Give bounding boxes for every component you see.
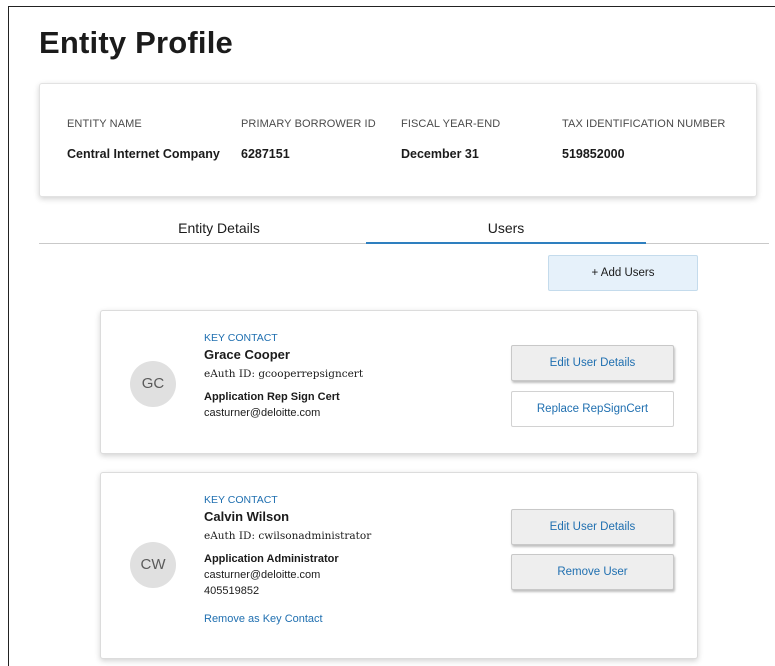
eauth-id: eAuth ID: gcooperrepsigncert [204,368,364,380]
app-frame: Entity Profile ENTITY NAME Central Inter… [8,6,775,666]
user-role: Application Rep Sign Cert [204,391,340,403]
entity-name-label: ENTITY NAME [67,118,142,130]
primary-borrower-id-field: PRIMARY BORROWER ID 6287151 [241,118,376,161]
entity-summary-card: ENTITY NAME Central Internet Company PRI… [39,83,757,197]
avatar: GC [130,361,176,407]
fiscal-year-end-label: FISCAL YEAR-END [401,118,501,130]
tab-entity-details[interactable]: Entity Details [79,217,359,244]
user-email: casturner@deloitte.com [204,569,321,581]
remove-key-contact-link[interactable]: Remove as Key Contact [204,613,371,625]
entity-name-value: Central Internet Company [67,147,220,161]
key-contact-badge: KEY CONTACT [204,494,278,506]
tax-id-label: TAX IDENTIFICATION NUMBER [562,118,726,130]
fiscal-year-end-field: FISCAL YEAR-END December 31 [401,118,500,161]
user-card: GC KEY CONTACT Grace Cooper eAuth ID: gc… [100,310,698,454]
tab-users[interactable]: Users [366,217,646,244]
user-phone: 405519852 [204,585,260,597]
primary-borrower-id-value: 6287151 [241,147,290,161]
user-info: KEY CONTACT Calvin Wilson eAuth ID: cwil… [204,494,371,625]
user-email: casturner@deloitte.com [204,407,321,419]
tax-id-field: TAX IDENTIFICATION NUMBER 519852000 [562,118,725,161]
user-role: Application Administrator [204,553,339,565]
user-info: KEY CONTACT Grace Cooper eAuth ID: gcoop… [204,332,363,419]
fiscal-year-end-value: December 31 [401,147,479,161]
remove-user-button[interactable]: Remove User [511,554,674,590]
edit-user-details-button[interactable]: Edit User Details [511,509,674,545]
profile-tabs: Entity Details Users [39,217,769,244]
key-contact-badge: KEY CONTACT [204,332,278,344]
page-title: Entity Profile [39,25,233,60]
user-name: Calvin Wilson [204,509,290,524]
eauth-id: eAuth ID: cwilsonadministrator [204,530,372,542]
primary-borrower-id-label: PRIMARY BORROWER ID [241,118,376,130]
tax-id-value: 519852000 [562,147,625,161]
user-name: Grace Cooper [204,347,290,362]
add-users-button[interactable]: + Add Users [548,255,698,291]
entity-name-field: ENTITY NAME Central Internet Company [67,118,220,161]
avatar: CW [130,542,176,588]
edit-user-details-button[interactable]: Edit User Details [511,345,674,381]
replace-repsigncert-button[interactable]: Replace RepSignCert [511,391,674,427]
user-card: CW KEY CONTACT Calvin Wilson eAuth ID: c… [100,472,698,659]
